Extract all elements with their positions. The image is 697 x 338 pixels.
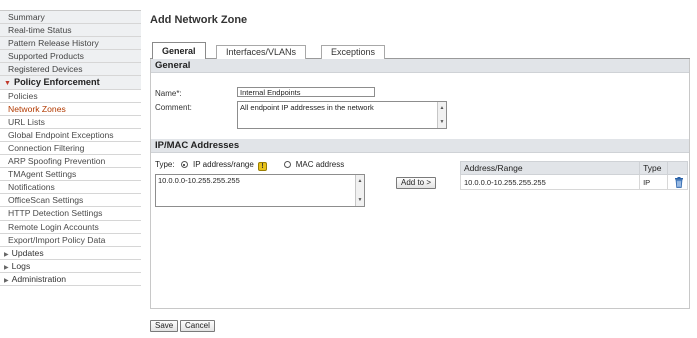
address-input[interactable]: 10.0.0.0-10.255.255.255 ▲ ▼ <box>155 174 365 207</box>
sidebar-item-label: ARP Spoofing Prevention <box>8 156 106 167</box>
sidebar-item-label: Updates <box>11 247 44 258</box>
sidebar-item-pattern-release-history[interactable]: Pattern Release History <box>0 37 141 51</box>
address-cell: 10.0.0.0-10.255.255.255 <box>459 174 641 190</box>
tab-bar: General Interfaces/VLANs Exceptions <box>150 42 690 60</box>
collapsed-arrow-icon: ▶ <box>4 264 9 271</box>
sidebar-item-policies[interactable]: Policies <box>0 89 141 103</box>
sidebar-item-label: Notifications <box>8 182 55 193</box>
delete-cell <box>667 174 688 190</box>
address-input-scrollbar[interactable]: ▲ ▼ <box>355 175 364 206</box>
ipmac-section-header: IP/MAC Addresses <box>151 139 689 153</box>
sidebar-item-connection-filtering[interactable]: Connection Filtering <box>0 141 141 156</box>
sidebar-item-notifications[interactable]: Notifications <box>0 181 141 195</box>
name-label: Name*: <box>155 89 182 98</box>
ip-address-radio[interactable] <box>180 161 188 168</box>
name-field[interactable]: Internal Endpoints <box>237 87 375 97</box>
scroll-down-icon: ▼ <box>357 197 363 203</box>
sidebar-item-logs[interactable]: ▶ Logs <box>0 259 141 273</box>
sidebar-item-label: TMAgent Settings <box>8 169 77 180</box>
page-title: Add Network Zone <box>150 14 248 26</box>
main-content: Add Network Zone General Interfaces/VLAN… <box>150 0 697 338</box>
sidebar-item-label: Remote Login Accounts <box>8 221 99 232</box>
sidebar-item-label: Policies <box>8 90 38 101</box>
sidebar-item-label: Pattern Release History <box>8 38 99 49</box>
sidebar-item-global-endpoint-exceptions[interactable]: Global Endpoint Exceptions <box>0 128 141 142</box>
sidebar-item-label: Real-time Status <box>8 25 72 36</box>
general-section-header: General <box>151 59 689 73</box>
info-icon[interactable]: ! <box>258 162 268 171</box>
sidebar-item-label: Global Endpoint Exceptions <box>8 129 114 140</box>
add-to-button[interactable]: Add to > <box>396 177 437 189</box>
trash-icon[interactable] <box>674 176 684 188</box>
mac-address-radio[interactable] <box>283 161 291 168</box>
sidebar-item-label: Policy Enforcement <box>13 77 100 88</box>
mac-address-option-label: MAC address <box>295 160 345 169</box>
sidebar-item-label: Supported Products <box>8 51 84 62</box>
address-table: Address/Range Type 10.0.0.0-10.255.255.2… <box>459 161 688 190</box>
sidebar-item-url-lists[interactable]: URL Lists <box>0 115 141 129</box>
address-type-row: Type: IP address/range ! MAC address <box>155 160 344 171</box>
sidebar-item-export-import-policy-data[interactable]: Export/Import Policy Data <box>0 233 141 247</box>
sidebar-item-summary[interactable]: Summary <box>0 11 141 25</box>
sidebar-item-policy-enforcement[interactable]: ▼ Policy Enforcement <box>0 76 141 90</box>
tab-interfaces-vlans[interactable]: Interfaces/VLANs <box>216 45 307 59</box>
sidebar-item-label: Connection Filtering <box>8 142 85 153</box>
table-row: 10.0.0.0-10.255.255.255 IP <box>459 174 688 190</box>
sidebar-item-real-time-status[interactable]: Real-time Status <box>0 24 141 38</box>
sidebar-item-officescan-settings[interactable]: OfficeScan Settings <box>0 194 141 208</box>
sidebar-item-label: Export/Import Policy Data <box>8 234 106 245</box>
sidebar-item-network-zones[interactable]: Network Zones <box>0 102 141 116</box>
tab-general[interactable]: General <box>152 42 206 60</box>
sidebar-item-administration[interactable]: ▶ Administration <box>0 272 141 286</box>
sidebar-item-tmagent-settings[interactable]: TMAgent Settings <box>0 168 141 182</box>
ip-address-option-label: IP address/range <box>193 160 254 169</box>
sidebar-item-label: Administration <box>11 273 67 284</box>
col-address-range: Address/Range <box>459 161 641 175</box>
scroll-up-icon: ▲ <box>439 105 445 111</box>
sidebar-item-label: Summary <box>8 12 45 22</box>
sidebar-item-http-detection-settings[interactable]: HTTP Detection Settings <box>0 207 141 221</box>
comment-field[interactable]: All endpoint IP addresses in the network… <box>237 101 447 129</box>
sidebar-item-label: HTTP Detection Settings <box>8 208 103 219</box>
sidebar-item-label: Registered Devices <box>8 64 83 75</box>
sidebar-item-label: OfficeScan Settings <box>8 195 84 206</box>
sidebar-nav: Summary Real-time Status Pattern Release H… <box>0 0 141 338</box>
scroll-up-icon: ▲ <box>357 178 363 184</box>
col-type: Type <box>639 161 669 175</box>
sidebar-item-label: Network Zones <box>8 103 66 114</box>
sidebar-item-registered-devices[interactable]: Registered Devices <box>0 63 141 77</box>
address-input-text: 10.0.0.0-10.255.255.255 <box>158 176 240 185</box>
sidebar-header <box>0 0 141 11</box>
sidebar-item-arp-spoofing-prevention[interactable]: ARP Spoofing Prevention <box>0 155 141 169</box>
collapsed-arrow-icon: ▶ <box>4 277 9 284</box>
cancel-button[interactable]: Cancel <box>180 320 215 332</box>
sidebar-item-label: URL Lists <box>8 116 45 127</box>
type-cell: IP <box>639 174 669 190</box>
collapsed-arrow-icon: ▶ <box>4 251 9 258</box>
comment-scrollbar[interactable]: ▲ ▼ <box>437 102 446 128</box>
expanded-arrow-icon: ▼ <box>4 80 11 88</box>
comment-label: Comment: <box>155 103 192 112</box>
type-label: Type: <box>155 160 175 169</box>
address-table-header: Address/Range Type <box>459 161 688 175</box>
sidebar-item-updates[interactable]: ▶ Updates <box>0 246 141 260</box>
sidebar-item-label: Logs <box>11 260 31 271</box>
tab-exceptions[interactable]: Exceptions <box>321 45 386 59</box>
scroll-down-icon: ▼ <box>439 119 445 125</box>
col-actions <box>667 161 688 175</box>
sidebar-item-supported-products[interactable]: Supported Products <box>0 50 141 64</box>
sidebar-item-remote-login-accounts[interactable]: Remote Login Accounts <box>0 220 141 234</box>
save-button[interactable]: Save <box>150 320 179 332</box>
comment-text: All endpoint IP addresses in the network <box>240 103 374 112</box>
